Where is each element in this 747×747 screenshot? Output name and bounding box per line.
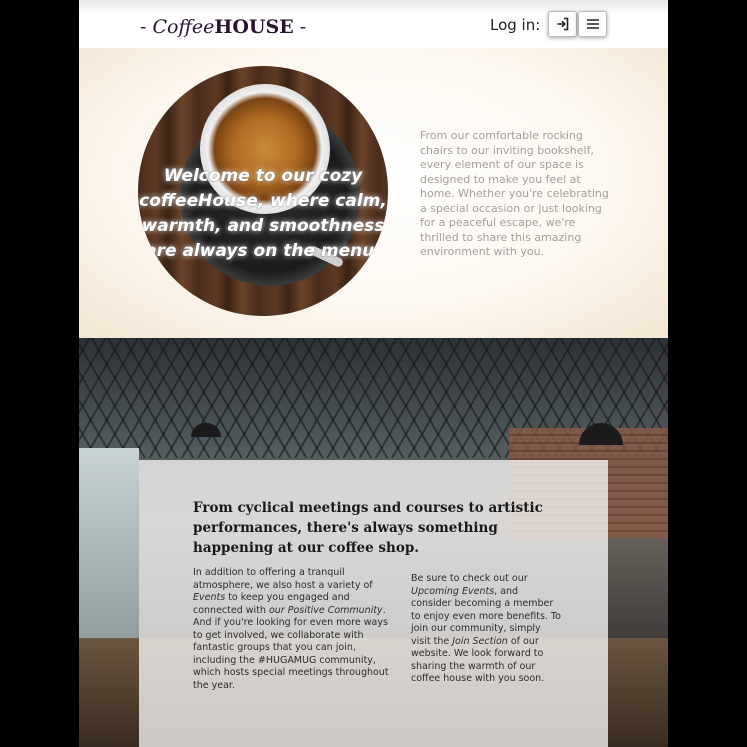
logo-prefix: - bbox=[140, 16, 153, 38]
page: - CoffeeHOUSE - Log in: Welcome to our c… bbox=[79, 0, 668, 747]
menu-button[interactable] bbox=[578, 11, 607, 37]
upcoming-events-link[interactable]: Upcoming Events bbox=[411, 586, 494, 597]
coffee-cup-image: Welcome to our cozy coffeeHouse, where c… bbox=[138, 66, 388, 316]
right-text-1: Be sure to check out our bbox=[411, 573, 528, 584]
left-text-1: In addition to offering a tranquil atmos… bbox=[193, 567, 373, 591]
community-headline: From cyclical meetings and courses to ar… bbox=[193, 500, 543, 556]
hero-section: Welcome to our cozy coffeeHouse, where c… bbox=[79, 48, 668, 338]
logo-house: HOUSE bbox=[214, 16, 294, 38]
join-section-link[interactable]: Join Section bbox=[452, 636, 508, 647]
hamburger-menu-icon bbox=[587, 19, 599, 29]
community-text-right: Be sure to check out our Upcoming Events… bbox=[411, 573, 561, 686]
login-arrow-icon bbox=[557, 17, 569, 31]
logo-suffix: - bbox=[293, 16, 307, 38]
left-text-3: . And if you're looking for even more wa… bbox=[193, 604, 389, 691]
events-link[interactable]: Events bbox=[193, 592, 225, 603]
logo-coffee: Coffee bbox=[152, 16, 215, 38]
logo[interactable]: - CoffeeHOUSE - bbox=[140, 16, 306, 38]
hero-description: From our comfortable rocking chairs to o… bbox=[420, 129, 609, 258]
cafe-window bbox=[79, 448, 139, 648]
welcome-text: Welcome to our cozy coffeeHouse, where c… bbox=[139, 166, 387, 261]
login-button[interactable] bbox=[548, 11, 577, 37]
community-link[interactable]: our Positive Community bbox=[269, 605, 383, 616]
cafe-section: From cyclical meetings and courses to ar… bbox=[79, 338, 668, 747]
header: - CoffeeHOUSE - Log in: bbox=[79, 0, 668, 48]
community-text-left: In addition to offering a tranquil atmos… bbox=[193, 567, 389, 692]
community-card: From cyclical meetings and courses to ar… bbox=[139, 460, 608, 747]
login-label: Log in: bbox=[490, 16, 541, 34]
